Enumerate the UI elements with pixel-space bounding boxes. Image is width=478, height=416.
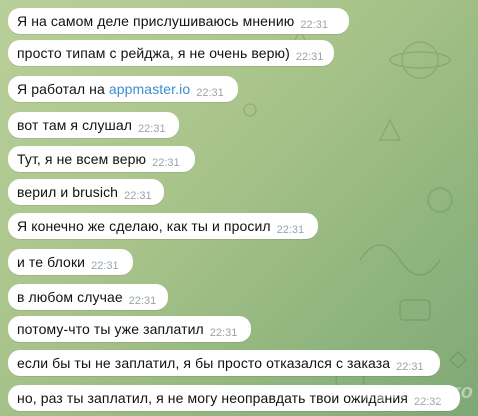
message-text: если бы ты не заплатил, я бы просто отка… xyxy=(17,355,391,371)
message-time: 22:31 xyxy=(295,51,324,63)
message-text: просто типам с рейджа, я не очень верю) xyxy=(17,45,290,61)
message-bubble[interactable]: и те блоки 22:31 xyxy=(8,249,133,275)
message-bubble[interactable]: Я конечно же сделаю, как ты и просил 22:… xyxy=(8,213,318,239)
chat-message-list: Я на самом деле прислушиваюсь мнению 22:… xyxy=(0,0,478,416)
message-text: и те блоки xyxy=(17,254,86,270)
message-bubble[interactable]: вот там я слушал 22:31 xyxy=(8,112,179,138)
message-time: 22:31 xyxy=(396,361,424,373)
message-text: Я конечно же сделаю, как ты и просил xyxy=(17,218,271,234)
message-time: 22:31 xyxy=(91,260,119,272)
message-time: 22:31 xyxy=(152,157,180,169)
message-text-prefix: Я работал на xyxy=(17,81,109,97)
message-bubble[interactable]: в любом случае 22:31 xyxy=(8,284,168,310)
message-time: 22:31 xyxy=(209,327,238,339)
message-time: 22:31 xyxy=(138,123,166,135)
message-text: потому-что ты уже заплатил xyxy=(17,321,204,337)
message-bubble[interactable]: потому-что ты уже заплатил 22:31 xyxy=(8,316,251,342)
message-text: вот там я слушал xyxy=(17,117,133,133)
message-text: но, раз ты заплатил, я не могу неоправда… xyxy=(17,390,408,406)
message-bubble[interactable]: если бы ты не заплатил, я бы просто отка… xyxy=(8,350,440,376)
message-bubble[interactable]: Я работал на appmaster.io 22:31 xyxy=(8,76,238,102)
message-text: Я работал на appmaster.io xyxy=(17,81,190,97)
message-time: 22:31 xyxy=(124,190,152,202)
message-time: 22:31 xyxy=(276,224,305,236)
message-link[interactable]: appmaster.io xyxy=(109,81,190,97)
message-text: верил и brusich xyxy=(17,184,119,200)
message-bubble[interactable]: просто типам с рейджа, я не очень верю) … xyxy=(8,40,334,66)
message-time: 22:31 xyxy=(128,295,157,307)
message-bubble[interactable]: Тут, я не всем верю 22:31 xyxy=(8,146,195,172)
message-text: Тут, я не всем верю xyxy=(17,151,147,167)
watermark: ragemp.pro xyxy=(353,381,474,403)
message-text: Я на самом деле прислушиваюсь мнению xyxy=(17,13,295,29)
message-bubble[interactable]: верил и brusich 22:31 xyxy=(8,179,164,205)
message-text: в любом случае xyxy=(17,289,123,305)
message-time: 22:31 xyxy=(300,19,328,31)
message-bubble[interactable]: Я на самом деле прислушиваюсь мнению 22:… xyxy=(8,8,349,34)
message-time: 22:31 xyxy=(196,87,224,99)
